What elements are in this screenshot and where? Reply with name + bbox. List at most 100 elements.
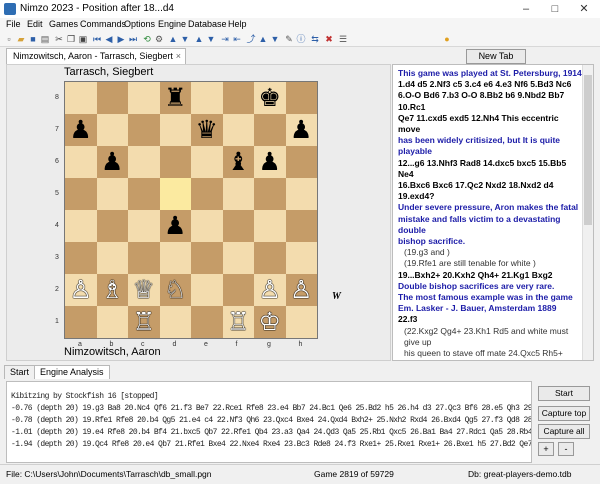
move-line[interactable]: Qe7 11.cxd5 exd5 12.Nh4 This eccentric m… <box>398 113 582 135</box>
square-b2[interactable]: ♗ <box>96 274 128 306</box>
menu-commands[interactable]: Commands <box>80 19 126 29</box>
tab-start[interactable]: Start <box>4 365 36 379</box>
down-icon[interactable]: ▼ <box>206 34 216 44</box>
increase-lines-button[interactable]: + <box>538 442 554 456</box>
square-e1[interactable] <box>191 306 223 338</box>
up-icon[interactable]: ▲ <box>168 34 178 44</box>
square-a8[interactable] <box>65 82 97 114</box>
square-h7[interactable]: ♟ <box>285 114 317 146</box>
square-c3[interactable] <box>128 242 160 274</box>
decrease-lines-button[interactable]: - <box>558 442 574 456</box>
square-b3[interactable] <box>96 242 128 274</box>
square-h5[interactable] <box>285 178 317 210</box>
menu-help[interactable]: Help <box>228 19 247 29</box>
square-a1[interactable] <box>65 306 97 338</box>
square-f8[interactable] <box>222 82 254 114</box>
forward-icon[interactable]: ▶ <box>116 34 126 44</box>
square-c6[interactable] <box>128 146 160 178</box>
copy-icon[interactable]: ❐ <box>66 34 76 44</box>
tab-game[interactable]: Nimzowitsch, Aaron - Tarrasch, Siegbert … <box>6 48 186 64</box>
square-h1[interactable] <box>285 306 317 338</box>
cut-icon[interactable]: ✂ <box>54 34 64 44</box>
square-g5[interactable] <box>254 178 286 210</box>
open-folder-icon[interactable]: ▰ <box>16 34 26 44</box>
square-d4[interactable]: ♟ <box>159 210 191 242</box>
capture-all-button[interactable]: Capture all <box>538 424 590 439</box>
start-button[interactable]: Start <box>538 386 590 401</box>
last-move-icon[interactable]: ⏭ <box>128 34 138 44</box>
print-icon[interactable]: ▤ <box>40 34 50 44</box>
square-g8[interactable]: ♚ <box>254 82 286 114</box>
analysis-line[interactable]: -1.01 (depth 20) 19.e4 Rfe8 20.b4 Bf4 21… <box>11 428 531 437</box>
menu-file[interactable]: File <box>6 19 21 29</box>
comment-line[interactable]: Under severe pressure, Aron makes the fa… <box>398 202 582 213</box>
square-d1[interactable] <box>159 306 191 338</box>
up-icon[interactable]: ▲ <box>194 34 204 44</box>
first-move-icon[interactable]: ⏮ <box>92 34 102 44</box>
square-e8[interactable] <box>191 82 223 114</box>
comment-line[interactable]: This game was played at St. Petersburg, … <box>398 68 582 79</box>
analysis-line[interactable]: -0.76 (depth 20) 19.g3 Ba8 20.Nc4 Qf6 21… <box>11 404 531 413</box>
move-line[interactable]: 19...Bxh2+ 20.Kxh2 Qh4+ 21.Kg1 Bxg2 <box>398 270 582 281</box>
square-d5[interactable] <box>159 178 191 210</box>
paste-icon[interactable]: ▣ <box>78 34 88 44</box>
promote-icon[interactable]: ⤴ <box>246 34 256 44</box>
square-a3[interactable] <box>65 242 97 274</box>
move-line[interactable]: 6.O-O Bd6 7.b3 O-O 8.Bb2 b6 9.Nbd2 Bb7 1… <box>398 90 582 112</box>
comment-line[interactable]: Em. Lasker - J. Bauer, Amsterdam 1889 <box>398 303 582 314</box>
square-h4[interactable] <box>285 210 317 242</box>
move-line[interactable]: 1.d4 d5 2.Nf3 c5 3.c4 e6 4.e3 Nf6 5.Bd3 … <box>398 79 582 90</box>
variation-line[interactable]: (19.Rfe1 are still tenable for white ) <box>398 258 582 269</box>
square-h2[interactable]: ♙ <box>285 274 317 306</box>
variation-line[interactable]: his queen to stave off mate 24.Qxc5 Rh5+… <box>398 348 582 360</box>
square-e4[interactable] <box>191 210 223 242</box>
square-a4[interactable] <box>65 210 97 242</box>
back-icon[interactable]: ◀ <box>104 34 114 44</box>
analysis-line[interactable]: -1.94 (depth 20) 19.Qc4 Rfe8 20.e4 Qb7 2… <box>11 440 531 449</box>
comment-line[interactable]: Double bishop sacrifices are very rare. <box>398 281 582 292</box>
delete-icon[interactable]: ⇤ <box>232 34 242 44</box>
square-c4[interactable] <box>128 210 160 242</box>
help-icon[interactable]: ● <box>442 34 452 44</box>
flip-board-icon[interactable]: ⟲ <box>142 34 152 44</box>
comment-line[interactable]: has been widely critisized, but It is qu… <box>398 135 582 157</box>
square-e7[interactable]: ♛ <box>191 114 223 146</box>
square-b8[interactable] <box>96 82 128 114</box>
game-notation[interactable]: This game was played at St. Petersburg, … <box>398 68 582 360</box>
comment-line[interactable]: mistake and falls victim to a devastatin… <box>398 214 582 236</box>
square-b1[interactable] <box>96 306 128 338</box>
new-tab-button[interactable]: New Tab <box>466 49 526 64</box>
square-a5[interactable] <box>65 178 97 210</box>
square-c5[interactable] <box>128 178 160 210</box>
notation-scrollbar[interactable] <box>582 65 593 360</box>
cancel-icon[interactable]: ✖ <box>324 34 334 44</box>
square-g4[interactable] <box>254 210 286 242</box>
capture-top-button[interactable]: Capture top <box>538 406 590 421</box>
square-e5[interactable] <box>191 178 223 210</box>
save-icon[interactable]: ■ <box>28 34 38 44</box>
square-a6[interactable] <box>65 146 97 178</box>
square-g2[interactable]: ♙ <box>254 274 286 306</box>
square-f6[interactable]: ♝ <box>222 146 254 178</box>
chess-board[interactable]: ♜ ♚ ♟ ♛ ♟ ♟ ♝ ♟ ♟ ♙ ♗ ♕ ♘ ♙ ♙ ♖ ♖ ♔ <box>64 81 318 339</box>
maximize-button[interactable]: □ <box>541 0 569 18</box>
square-c1[interactable]: ♖ <box>128 306 160 338</box>
square-f7[interactable] <box>222 114 254 146</box>
menu-edit[interactable]: Edit <box>27 19 43 29</box>
down-icon[interactable]: ▼ <box>180 34 190 44</box>
square-c2[interactable]: ♕ <box>128 274 160 306</box>
scrollbar-thumb[interactable] <box>584 75 592 225</box>
square-g6[interactable]: ♟ <box>254 146 286 178</box>
square-c7[interactable] <box>128 114 160 146</box>
square-e6[interactable] <box>191 146 223 178</box>
square-b4[interactable] <box>96 210 128 242</box>
square-h8[interactable] <box>285 82 317 114</box>
move-line[interactable]: 22.f3 <box>398 314 582 325</box>
settings-icon[interactable]: ☰ <box>338 34 348 44</box>
menu-engine[interactable]: Engine <box>158 19 186 29</box>
close-tab-icon[interactable]: × <box>176 49 181 64</box>
analysis-line[interactable]: -0.78 (depth 20) 19.Rfe1 Rfe8 20.b4 Qg5 … <box>11 416 531 425</box>
move-line[interactable]: 16.Bxc6 Bxc6 17.Qc2 Nxd2 18.Nxd2 d4 19.e… <box>398 180 582 202</box>
square-f1[interactable]: ♖ <box>222 306 254 338</box>
info-icon[interactable]: ⓘ <box>296 34 306 44</box>
